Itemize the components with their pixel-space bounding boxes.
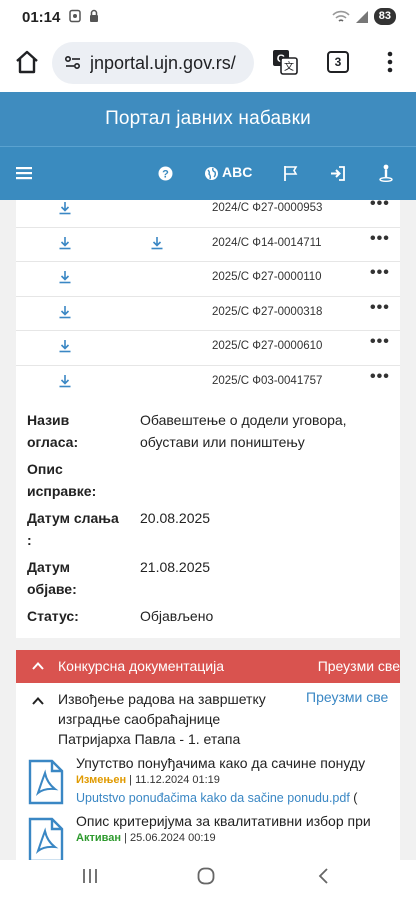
row-reference-number: 2024/С Ф14-0014711 [212, 236, 322, 249]
notice-name-value: Обавештење о додели уговора, обустави ил… [140, 412, 347, 450]
download-icon[interactable] [58, 339, 72, 353]
notice-details: Назив огласа: Обавештење о додели уговор… [16, 402, 400, 638]
hamburger-menu-icon[interactable] [16, 166, 32, 180]
download-all-button[interactable]: Преузми све [318, 658, 400, 674]
document-status-badge: Активан [76, 832, 121, 844]
android-navigation-bar [0, 860, 416, 900]
document-status-badge: Измењен [76, 774, 127, 786]
document-meta: Активан | 25.06.2024 00:19 [76, 832, 216, 844]
table-row: 2024/С Ф14-0014711 ••• [16, 226, 400, 261]
row-actions-button[interactable]: ••• [370, 200, 390, 213]
row-reference-number: 2025/С Ф27-0000318 [212, 305, 323, 318]
battery-level: 83 [373, 8, 396, 25]
site-navigation: ? ABC [0, 146, 416, 200]
screenshot-icon [69, 9, 81, 23]
back-icon[interactable] [314, 866, 334, 886]
document-meta: Измењен | 11.12.2024 01:19 [76, 774, 220, 786]
chevron-up-icon [32, 662, 44, 670]
chevron-up-icon[interactable] [32, 695, 44, 707]
android-status-bar: 01:14 83 [0, 0, 416, 34]
row-actions-button[interactable]: ••• [370, 230, 390, 248]
help-icon[interactable]: ? [158, 166, 173, 181]
row-reference-number: 2025/С Ф27-0000110 [212, 271, 322, 283]
row-actions-button[interactable]: ••• [370, 368, 390, 386]
home-nav-icon[interactable] [196, 866, 216, 886]
flag-icon[interactable] [283, 165, 299, 182]
tab-switcher-button[interactable]: 3 [327, 51, 349, 73]
download-icon[interactable] [58, 270, 72, 284]
document-title: Упутство понуђачима како да сачине понуд… [76, 755, 366, 771]
document-file-link[interactable]: Uputstvo ponuđačima kako da sačine ponud… [76, 791, 357, 805]
pdf-file-icon[interactable] [28, 817, 64, 860]
recent-apps-icon[interactable] [80, 866, 100, 886]
download-icon[interactable] [150, 236, 164, 250]
row-actions-button[interactable]: ••• [370, 333, 390, 351]
wifi-icon [332, 10, 350, 22]
published-date-label: Датум објаве: [27, 559, 77, 597]
status-label: Статус: [27, 608, 79, 624]
signal-icon [355, 10, 368, 23]
row-reference-number: 2024/С Ф27-0000953 [212, 202, 323, 214]
pdf-file-icon[interactable] [28, 759, 64, 805]
table-row: 2025/С Ф27-0000318 ••• [16, 295, 400, 330]
more-menu-icon[interactable] [380, 49, 400, 75]
row-actions-button[interactable]: ••• [370, 299, 390, 317]
address-bar[interactable]: jnportal.ujn.gov.rs/ [52, 42, 254, 84]
konkursna-dokumentacija-title: Конкурсна документација [58, 658, 224, 674]
language-switch[interactable]: ABC [222, 164, 252, 180]
status-time: 01:14 [22, 9, 61, 26]
login-icon[interactable] [330, 166, 346, 181]
home-icon[interactable] [14, 48, 40, 76]
sent-date-label: Датум слања : [27, 510, 119, 548]
correction-label: Опис исправке: [27, 461, 97, 499]
document-file-name[interactable]: Uputstvo ponuđačima kako da sačine ponud… [76, 791, 350, 805]
download-icon[interactable] [58, 201, 72, 215]
svg-text:文: 文 [284, 60, 294, 73]
document-item: Упутство понуђачима како да сачине понуд… [28, 755, 400, 811]
download-icon[interactable] [58, 305, 72, 319]
tender-section-title: Извођење радова на завршетку изградње са… [58, 691, 266, 747]
row-reference-number: 2025/С Ф27-0000610 [212, 340, 323, 352]
notice-name-label: Назив огласа: [27, 412, 79, 450]
notice-documents-table: 2024/С Ф27-0000953 ••• 2024/С Ф14-0014711 •… [16, 200, 400, 402]
site-settings-icon[interactable] [64, 54, 82, 72]
sent-date-value: 20.08.2025 [140, 510, 211, 526]
document-file-suffix: ( [353, 791, 358, 805]
document-date: 25.06.2024 00:19 [129, 832, 216, 844]
lock-icon [90, 9, 98, 22]
document-date: 11.12.2024 01:19 [135, 774, 220, 786]
table-row: 2025/С Ф03-0041757 ••• [16, 364, 400, 399]
table-row: 2024/С Ф27-0000953 ••• [16, 200, 400, 226]
user-guide-icon[interactable] [379, 164, 393, 182]
konkursna-dokumentacija-header[interactable]: Конкурсна документација Преузми све [16, 650, 400, 683]
browser-toolbar: jnportal.ujn.gov.rs/ G文 3 [0, 34, 416, 92]
status-value: Објављено [140, 608, 214, 624]
svg-text:?: ? [162, 169, 169, 181]
site-header: Портал јавних набавки [0, 92, 416, 146]
status-system-icons: 83 [332, 8, 396, 25]
row-actions-button[interactable]: ••• [370, 264, 390, 282]
site-title[interactable]: Портал јавних набавки [105, 108, 311, 130]
tender-section: Извођење радова на завршетку изградње са… [16, 683, 400, 860]
page-content[interactable]: 2024/С Ф27-0000953 ••• 2024/С Ф14-0014711 •… [0, 200, 416, 860]
table-row: 2025/С Ф27-0000110 ••• [16, 261, 400, 295]
download-icon[interactable] [58, 374, 72, 388]
translate-icon[interactable]: G文 [272, 49, 298, 75]
published-date-value: 21.08.2025 [140, 559, 211, 575]
status-notification-icons [68, 9, 101, 23]
row-reference-number: 2025/С Ф03-0041757 [212, 374, 323, 387]
url-text: jnportal.ujn.gov.rs/ [90, 52, 236, 73]
globe-icon[interactable] [204, 166, 219, 181]
document-item: Опис критеријума за квалитативни избор п… [28, 813, 400, 860]
section-download-all-link[interactable]: Преузми све [306, 689, 388, 705]
document-title: Опис критеријума за квалитативни избор п… [76, 813, 371, 829]
download-icon[interactable] [58, 236, 72, 250]
table-row: 2025/С Ф27-0000610 ••• [16, 330, 400, 364]
